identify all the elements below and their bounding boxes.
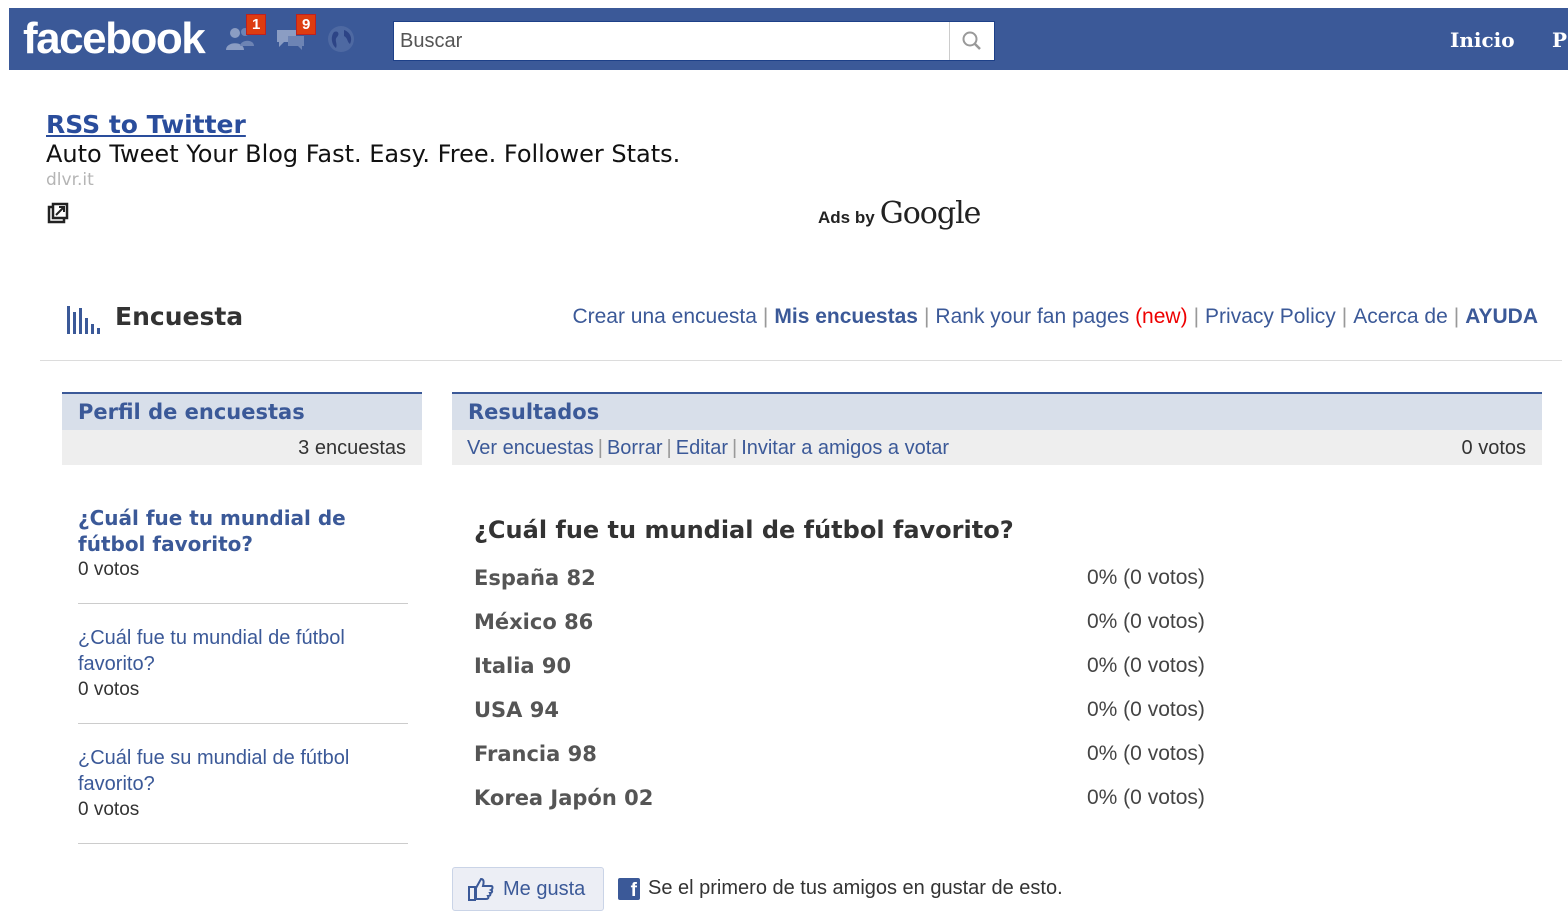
poll-question-link[interactable]: ¿Cuál fue tu mundial de fútbol favorito?	[78, 505, 408, 557]
edit-link[interactable]: Editar	[676, 437, 728, 459]
ad-title-link[interactable]: RSS to Twitter	[46, 110, 246, 139]
poll-profile-title: Perfil de encuestas	[78, 400, 305, 424]
notifications-jewel[interactable]	[324, 24, 358, 54]
poll-question-link[interactable]: ¿Cuál fue su mundial de fútbol favorito?	[78, 745, 408, 797]
results-actions: Ver encuestas | Borrar | Editar | Invitar a am…	[467, 437, 949, 460]
divider	[78, 843, 408, 844]
action-separator: |	[731, 437, 738, 459]
divider	[78, 603, 408, 604]
poll-question-link[interactable]: ¿Cuál fue tu mundial de fútbol favorito?	[78, 625, 408, 677]
result-row: España 82 0% (0 votos)	[474, 566, 1234, 596]
top-bar: facebook 1 9 Inicio	[9, 8, 1568, 70]
poll-profile-header: Perfil de encuestas	[62, 392, 422, 430]
nav-home-link[interactable]: Inicio	[1450, 28, 1515, 52]
google-wordmark: Google	[879, 196, 982, 231]
poll-app-icon	[66, 304, 102, 340]
like-button[interactable]: Me gusta	[452, 867, 604, 911]
help-link[interactable]: AYUDA	[1465, 305, 1538, 328]
result-row: Francia 98 0% (0 votos)	[474, 742, 1234, 772]
result-option: USA 94	[474, 698, 559, 722]
list-item: ¿Cuál fue tu mundial de fútbol favorito?…	[78, 505, 408, 583]
friend-requests-badge: 1	[246, 14, 267, 35]
search-button[interactable]	[949, 22, 994, 60]
facebook-logo[interactable]: facebook	[23, 14, 206, 64]
result-percentage: 0% (0 votos)	[1087, 654, 1205, 677]
facebook-icon-letter: f	[630, 880, 637, 900]
nav-profile-link[interactable]: P	[1552, 28, 1567, 52]
result-percentage: 0% (0 votos)	[1087, 698, 1205, 721]
result-row: Korea Japón 02 0% (0 votos)	[474, 786, 1234, 816]
nav-separator: |	[762, 305, 769, 328]
privacy-policy-link[interactable]: Privacy Policy	[1205, 305, 1336, 328]
facebook-icon: f	[618, 878, 640, 900]
nav-separator: |	[1453, 305, 1460, 328]
like-social-text: Se el primero de tus amigos en gustar de…	[648, 877, 1063, 899]
external-link-icon[interactable]	[47, 202, 69, 228]
action-separator: |	[666, 437, 672, 459]
thumbs-up-icon	[468, 877, 494, 901]
app-nav: Crear una encuesta | Mis encuestas | Rank yo…	[572, 305, 1538, 329]
new-badge: (new)	[1135, 305, 1188, 328]
poll-votes: 0 votos	[78, 559, 140, 580]
friend-requests-jewel[interactable]: 1	[224, 14, 267, 54]
divider	[40, 360, 1562, 361]
rank-fan-pages-link[interactable]: Rank your fan pages	[935, 305, 1129, 328]
result-percentage: 0% (0 votos)	[1087, 786, 1205, 809]
results-header: Resultados	[452, 392, 1542, 430]
result-option: Italia 90	[474, 654, 572, 678]
poll-count: 3 encuestas	[298, 437, 406, 459]
invite-friends-link[interactable]: Invitar a amigos a votar	[741, 437, 949, 459]
results-actions-bar: Ver encuestas | Borrar | Editar | Invitar a am…	[452, 430, 1542, 465]
result-row: USA 94 0% (0 votos)	[474, 698, 1234, 728]
result-percentage: 0% (0 votos)	[1087, 566, 1205, 589]
poll-votes: 0 votos	[78, 679, 140, 700]
create-poll-link[interactable]: Crear una encuesta	[572, 305, 756, 328]
results-title: Resultados	[468, 400, 600, 424]
divider	[78, 723, 408, 724]
messages-jewel[interactable]: 9	[274, 14, 317, 54]
view-polls-link[interactable]: Ver encuestas	[467, 437, 594, 459]
my-polls-link[interactable]: Mis encuestas	[774, 305, 918, 328]
search-box	[393, 21, 995, 61]
result-percentage: 0% (0 votos)	[1087, 610, 1205, 633]
delete-link[interactable]: Borrar	[607, 437, 663, 459]
result-question: ¿Cuál fue tu mundial de fútbol favorito?	[474, 516, 1014, 544]
result-row: Italia 90 0% (0 votos)	[474, 654, 1234, 684]
search-icon	[962, 31, 981, 50]
result-percentage: 0% (0 votos)	[1087, 742, 1205, 765]
like-label: Me gusta	[503, 878, 586, 900]
ad-text: Auto Tweet Your Blog Fast. Easy. Free. F…	[46, 140, 681, 168]
result-option: México 86	[474, 610, 594, 634]
nav-separator: |	[1341, 305, 1348, 328]
ads-by-label: Ads by	[818, 208, 875, 227]
messages-badge: 9	[296, 14, 317, 35]
poll-count-bar: 3 encuestas	[62, 430, 422, 465]
about-link[interactable]: Acerca de	[1353, 305, 1448, 328]
result-row: México 86 0% (0 votos)	[474, 610, 1234, 640]
result-option: Korea Japón 02	[474, 786, 654, 810]
list-item: ¿Cuál fue su mundial de fútbol favorito?…	[78, 745, 408, 823]
globe-icon	[328, 26, 354, 52]
result-option: Francia 98	[474, 742, 597, 766]
poll-votes: 0 votos	[78, 799, 140, 820]
result-option: España 82	[474, 566, 596, 590]
ads-by-google[interactable]: Ads by Google	[818, 196, 982, 231]
search-input[interactable]	[394, 22, 956, 60]
ad-url: dlvr.it	[46, 170, 94, 190]
total-votes: 0 votos	[1461, 437, 1526, 459]
nav-separator: |	[923, 305, 930, 328]
action-separator: |	[597, 437, 603, 459]
nav-separator: |	[1193, 305, 1200, 328]
app-title: Encuesta	[115, 302, 244, 331]
list-item: ¿Cuál fue tu mundial de fútbol favorito?…	[78, 625, 408, 703]
